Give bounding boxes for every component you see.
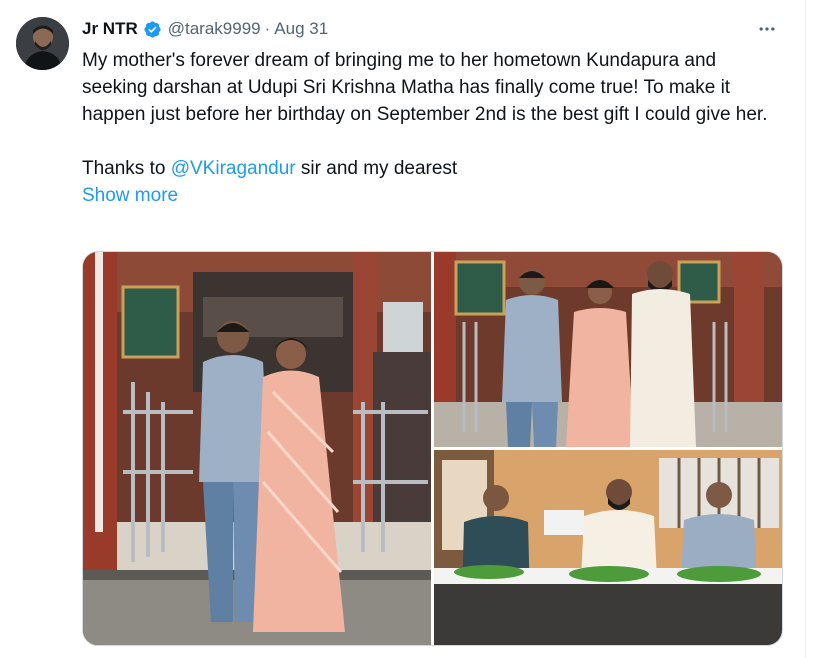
author-name[interactable]: Jr NTR [82, 19, 138, 39]
tweet-text-paragraph-2: Thanks to @VKiragandur sir and my deares… [82, 155, 782, 182]
tweet-text-paragraph-1: My mother's forever dream of bringing me… [82, 50, 768, 125]
avatar[interactable] [16, 17, 69, 70]
tweet-card[interactable]: Jr NTR @tarak9999 · Aug 31 My mother's f… [0, 0, 806, 658]
author-handle[interactable]: @tarak9999 [168, 19, 261, 39]
thanks-suffix: sir and my dearest [295, 158, 458, 179]
photo-temple-mother-son[interactable] [83, 252, 431, 645]
photo-temple-group[interactable] [434, 252, 782, 447]
thanks-prefix: Thanks to [82, 158, 171, 179]
verified-badge-icon [143, 20, 162, 39]
show-more-link[interactable]: Show more [82, 182, 178, 209]
tweet-text: My mother's forever dream of bringing me… [82, 47, 782, 209]
photo-dining-table[interactable] [434, 450, 782, 645]
header-separator: · [264, 19, 271, 38]
more-dots-icon[interactable] [752, 17, 782, 41]
mention-link[interactable]: @VKiragandur [171, 158, 296, 179]
tweet-timestamp[interactable]: Aug 31 [274, 19, 328, 39]
tweet-header: Jr NTR @tarak9999 · Aug 31 [82, 17, 328, 41]
avatar-image [16, 17, 69, 70]
media-grid [82, 251, 783, 646]
